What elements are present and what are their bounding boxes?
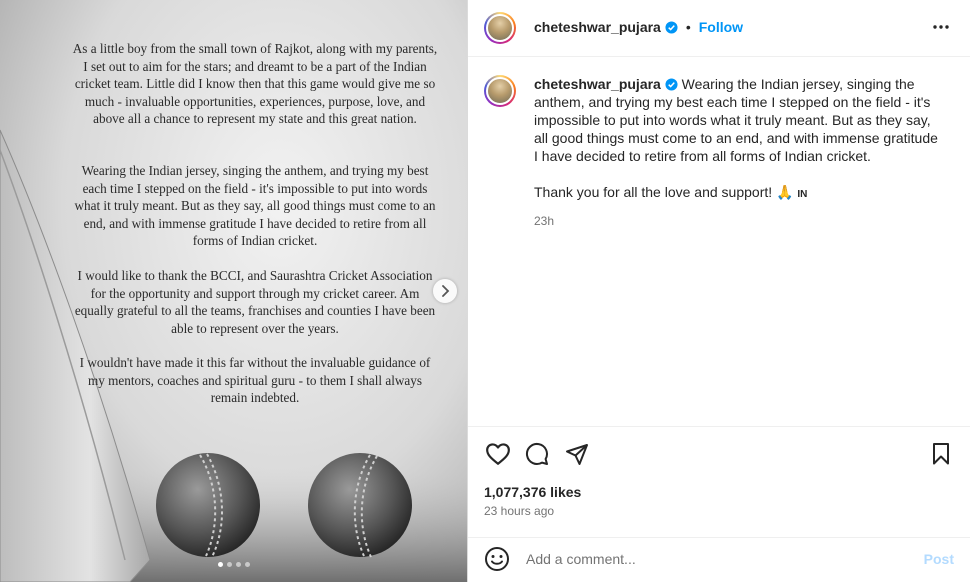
comment-bar: Post <box>468 537 970 583</box>
more-options-icon[interactable] <box>932 18 950 36</box>
post-image-paragraph: I would like to thank the BCCI, and Saur… <box>74 268 436 336</box>
carousel-dots <box>218 562 250 567</box>
separator-dot: • <box>685 19 691 35</box>
actions-bar: 1,077,376 likes 23 hours ago Post <box>468 426 970 582</box>
post-image-paragraph: I wouldn't have made it this far without… <box>79 355 431 406</box>
follow-button[interactable]: Follow <box>699 19 743 35</box>
verified-badge-icon <box>665 20 678 34</box>
likes-count[interactable]: 1,077,376 likes <box>484 484 581 500</box>
post-image-paragraph: As a little boy from the small town of R… <box>72 41 438 127</box>
carousel-dot <box>227 562 232 567</box>
carousel-dot <box>218 562 223 567</box>
post-side-panel: cheteshwar_pujara • Follow cheteshwar_pu… <box>467 0 970 582</box>
header-username[interactable]: cheteshwar_pujara <box>534 19 661 35</box>
save-bookmark-icon[interactable] <box>931 442 951 466</box>
carousel-next-button[interactable] <box>433 279 457 303</box>
caption-thanks: Thank you for all the love and support! … <box>534 184 794 200</box>
carousel-dot <box>245 562 250 567</box>
header-user-row: cheteshwar_pujara • Follow <box>534 19 743 35</box>
avatar[interactable] <box>484 12 516 44</box>
post-time-ago[interactable]: 23 hours ago <box>484 504 554 518</box>
like-heart-icon[interactable] <box>485 442 511 466</box>
comment-input[interactable] <box>524 550 908 568</box>
post-comment-button[interactable]: Post <box>924 551 954 567</box>
verified-badge-icon <box>665 78 678 91</box>
post-image: As a little boy from the small town of R… <box>0 0 467 582</box>
carousel-dot <box>236 562 241 567</box>
emoji-icon[interactable] <box>484 546 510 572</box>
caption-username[interactable]: cheteshwar_pujara <box>534 76 661 92</box>
caption-timestamp[interactable]: 23h <box>534 212 944 230</box>
post-header: cheteshwar_pujara • Follow <box>468 0 970 57</box>
share-send-icon[interactable] <box>565 442 589 466</box>
caption-avatar[interactable] <box>484 75 516 107</box>
comment-icon[interactable] <box>525 442 549 466</box>
chevron-right-icon <box>442 285 450 297</box>
caption: cheteshwar_pujara Wearing the Indian jer… <box>534 75 944 230</box>
post-image-paragraph: Wearing the Indian jersey, singing the a… <box>74 163 436 249</box>
india-flag-icon: IN <box>797 189 808 200</box>
